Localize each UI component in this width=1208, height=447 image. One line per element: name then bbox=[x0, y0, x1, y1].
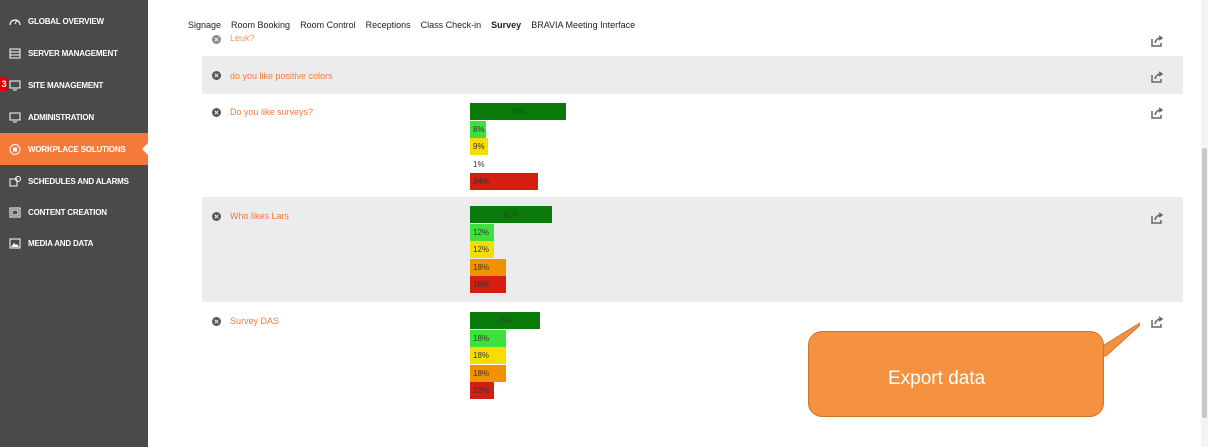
survey-question-row: Who likes Lars 41% 12% 12% 18% 18% bbox=[202, 197, 1183, 302]
question-text[interactable]: do you like positive colors bbox=[230, 71, 333, 81]
nav-label: MEDIA AND DATA bbox=[28, 238, 94, 248]
export-icon[interactable] bbox=[1150, 70, 1164, 83]
scrollbar-thumb[interactable] bbox=[1202, 148, 1207, 418]
monitor-icon bbox=[9, 112, 21, 123]
tab-survey[interactable]: Survey bbox=[491, 20, 521, 34]
delete-question-icon[interactable] bbox=[212, 71, 221, 80]
image-icon bbox=[9, 238, 21, 249]
survey-question-row: Leuk? bbox=[202, 33, 1183, 55]
survey-result-bar: 34% bbox=[470, 173, 538, 190]
notification-badge: 3 bbox=[0, 78, 8, 91]
nav-label: CONTENT CREATION bbox=[28, 207, 107, 217]
tab-room-control[interactable]: Room Control bbox=[300, 20, 356, 34]
export-icon[interactable] bbox=[1150, 34, 1164, 47]
schedule-icon bbox=[9, 175, 21, 187]
survey-result-bar: 18% bbox=[470, 329, 506, 347]
survey-result-bar: 12% bbox=[470, 241, 494, 258]
content-icon bbox=[9, 207, 21, 218]
nav-label: GLOBAL OVERVIEW bbox=[28, 16, 104, 26]
export-icon[interactable] bbox=[1150, 106, 1164, 119]
survey-result-bar: 18% bbox=[470, 276, 506, 293]
survey-result-bar: 12% bbox=[470, 382, 494, 399]
survey-question-row: do you like positive colors bbox=[202, 56, 1183, 94]
nav-media-and-data[interactable]: MEDIA AND DATA bbox=[0, 227, 148, 259]
survey-result-bar: 18% bbox=[470, 258, 506, 276]
survey-result-bar: 41% bbox=[470, 206, 552, 223]
nav-content-creation[interactable]: CONTENT CREATION bbox=[0, 196, 148, 228]
tab-bravia-meeting-interface[interactable]: BRAVIA Meeting Interface bbox=[531, 20, 635, 34]
survey-result-bar: 1% bbox=[473, 159, 485, 169]
sidebar: GLOBAL OVERVIEW SERVER MANAGEMENT 3 SITE… bbox=[0, 0, 149, 447]
tab-receptions[interactable]: Receptions bbox=[366, 20, 411, 34]
nav-workplace-solutions[interactable]: WORKPLACE SOLUTIONS bbox=[0, 133, 149, 165]
scrollbar[interactable] bbox=[1201, 0, 1208, 447]
survey-question-row: Do you like surveys? 48% 8% 9% 1% 34% bbox=[202, 94, 1183, 197]
tab-signage[interactable]: Signage bbox=[188, 20, 221, 34]
server-icon bbox=[9, 48, 21, 59]
tab-class-check-in[interactable]: Class Check-in bbox=[421, 20, 482, 34]
nav-label: SITE MANAGEMENT bbox=[28, 80, 104, 90]
tab-bar: Signage Room Booking Room Control Recept… bbox=[188, 20, 635, 34]
survey-result-bar: 18% bbox=[470, 364, 506, 382]
tab-room-booking[interactable]: Room Booking bbox=[231, 20, 290, 34]
export-icon[interactable] bbox=[1150, 211, 1164, 224]
survey-result-bar: 48% bbox=[470, 103, 566, 120]
export-data-button[interactable] bbox=[1150, 315, 1164, 328]
survey-result-bar: 12% bbox=[470, 223, 494, 241]
grid-circle-icon bbox=[9, 143, 21, 155]
nav-global-overview[interactable]: GLOBAL OVERVIEW bbox=[0, 5, 148, 37]
survey-result-bar: 18% bbox=[470, 347, 506, 364]
monitor-icon bbox=[9, 80, 21, 91]
nav-label: WORKPLACE SOLUTIONS bbox=[28, 144, 126, 154]
nav-label: ADMINISTRATION bbox=[28, 112, 94, 122]
survey-result-bar: 9% bbox=[470, 138, 488, 155]
question-text[interactable]: Survey DAS bbox=[230, 316, 279, 326]
question-text[interactable]: Do you like surveys? bbox=[230, 107, 313, 117]
nav-server-management[interactable]: SERVER MANAGEMENT bbox=[0, 37, 148, 69]
nav-site-management[interactable]: 3 SITE MANAGEMENT bbox=[0, 69, 148, 101]
delete-question-icon[interactable] bbox=[212, 35, 221, 44]
nav-label: SERVER MANAGEMENT bbox=[28, 48, 118, 58]
nav-schedules-and-alarms[interactable]: SCHEDULES AND ALARMS bbox=[0, 165, 148, 197]
nav-administration[interactable]: ADMINISTRATION bbox=[0, 101, 148, 133]
nav-label: SCHEDULES AND ALARMS bbox=[28, 176, 129, 186]
delete-question-icon[interactable] bbox=[212, 317, 221, 326]
survey-result-bar: 35% bbox=[470, 312, 540, 329]
delete-question-icon[interactable] bbox=[212, 212, 221, 221]
question-text[interactable]: Who likes Lars bbox=[230, 211, 289, 221]
delete-question-icon[interactable] bbox=[212, 108, 221, 117]
survey-result-bar: 8% bbox=[470, 120, 486, 138]
dashboard-icon bbox=[9, 16, 21, 27]
question-text[interactable]: Leuk? bbox=[230, 33, 255, 43]
callout-text: Export data bbox=[888, 368, 986, 389]
